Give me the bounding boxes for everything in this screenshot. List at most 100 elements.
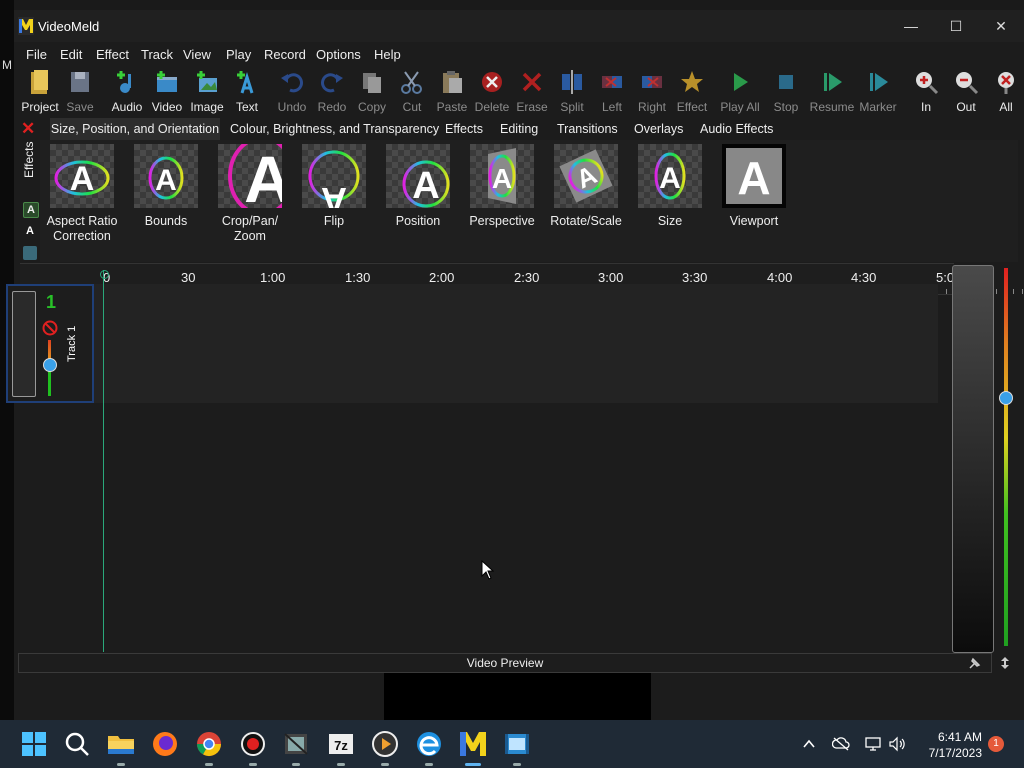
taskbar-search[interactable] [61,728,93,760]
effect-perspective[interactable]: A Perspective [460,144,544,229]
effect-viewport[interactable]: A Viewport [712,144,796,229]
notification-badge[interactable]: 1 [988,736,1004,752]
taskbar-firefox[interactable] [149,728,181,760]
size-icon: A [638,144,702,208]
ruler-label: 30 [181,270,196,285]
track-lane[interactable] [90,284,938,403]
zoom-in-icon [916,72,939,95]
toolbar: Project Save Audio Video Image Text Undo [14,66,1024,124]
menu-view[interactable]: View [183,47,211,62]
save-button[interactable]: Save [60,66,100,122]
effect-flip[interactable]: A Flip [292,144,376,229]
tab-editing[interactable]: Editing [500,122,538,136]
taskbar-7zip[interactable]: 7z [325,728,357,766]
effect-crop-pan-zoom[interactable]: A Crop/Pan/ Zoom [208,144,292,244]
play-all-icon [734,73,748,91]
movie-app-icon [284,733,308,755]
taskbar-chrome[interactable] [193,728,225,766]
zoom-all-button[interactable]: All [986,66,1024,122]
menu-help[interactable]: Help [374,47,401,62]
playhead-line[interactable] [103,270,104,652]
video-preview-header[interactable]: Video Preview [18,653,992,673]
menu-track[interactable]: Track [141,47,173,62]
ruler-label: 4:00 [767,270,793,285]
text-effect-icon[interactable]: A [23,202,39,218]
menu-record[interactable]: Record [264,47,306,62]
track-thumbnail [12,291,36,397]
pin-icon[interactable] [968,656,982,670]
text-style-icon[interactable]: A [23,224,37,238]
volume-icon[interactable] [888,736,906,752]
file-explorer-icon [108,736,134,754]
track-volume-knob[interactable] [43,358,57,372]
tab-size-position-orientation[interactable]: Size, Position, and Orientation [50,118,220,140]
effect-rotate-scale[interactable]: A Rotate/Scale [544,144,628,229]
ruler-label: 1:30 [345,270,371,285]
start-button[interactable] [18,728,50,760]
effect-size[interactable]: A Size [628,144,712,229]
ruler-tick [945,289,947,294]
menu-edit[interactable]: Edit [60,47,82,62]
taskbar-edge[interactable] [413,728,445,766]
all-label: All [999,100,1013,114]
chevron-up-icon[interactable] [802,737,816,751]
maximize-button[interactable]: ☐ [933,10,979,42]
master-volume-slider[interactable] [1004,268,1008,646]
ruler-label: 1:00 [260,270,286,285]
effect-star-icon [681,71,703,92]
master-volume-knob[interactable] [999,391,1013,405]
mute-icon[interactable] [42,320,58,336]
taskbar-movie-app[interactable] [280,728,312,766]
taskbar-videomeld[interactable] [457,728,489,766]
taskbar-media-player[interactable] [369,728,401,766]
marker-button[interactable]: Marker [858,66,898,122]
videomeld-icon [460,732,486,756]
menu-bar: File Edit Effect Track View Play Record … [14,44,714,66]
ruler-label: 4:30 [851,270,877,285]
image-effect-icon[interactable] [23,246,37,260]
taskbar-recorder[interactable] [237,728,269,766]
menu-options[interactable]: Options [316,47,361,62]
minimize-button[interactable]: — [888,10,934,42]
start-icon [22,732,46,756]
network-icon[interactable] [864,736,882,752]
effect-aspect-ratio-correction[interactable]: A Aspect Ratio Correction [40,144,124,244]
close-effects-icon[interactable]: ✕ [21,119,37,138]
taskbar-screen-capture[interactable] [501,728,533,766]
playhead-handle[interactable] [100,270,109,279]
perspective-label: Perspective [469,214,535,228]
tab-effects[interactable]: Effects [445,122,483,136]
ruler-label: 2:30 [514,270,540,285]
ruler-tick [1021,289,1023,294]
effect-button[interactable]: Effect [672,66,712,122]
position-icon: A [386,144,450,208]
aspect-ratio-label: Aspect Ratio Correction [46,214,118,243]
menu-effect[interactable]: Effect [96,47,129,62]
master-level-panel [952,265,994,653]
aspect-ratio-icon: A [50,144,114,208]
track-header[interactable]: 1 Track 1 [6,284,94,403]
track-number: 1 [46,292,57,312]
add-text-icon [237,71,254,94]
effect-bounds[interactable]: A Bounds [124,144,208,229]
delete-icon [482,72,502,92]
taskbar-clock[interactable]: 6:41 AM 7/17/2023 [918,729,982,761]
menu-file[interactable]: File [26,47,47,62]
menu-play[interactable]: Play [226,47,251,62]
resize-vertical-icon[interactable] [999,656,1011,670]
svg-text:A: A [244,144,282,208]
close-button[interactable]: ✕ [978,10,1024,42]
tab-transitions[interactable]: Transitions [557,122,618,136]
tab-overlays[interactable]: Overlays [634,122,683,136]
svg-text:A: A [155,164,177,197]
tab-colour-brightness-transparency[interactable]: Colour, Brightness, and Transparency [230,122,439,136]
flip-icon: A [302,144,366,208]
onedrive-offline-icon[interactable] [832,736,850,752]
tab-audio-effects[interactable]: Audio Effects [700,122,773,136]
trim-right-icon [642,76,662,88]
add-image-icon [197,71,217,92]
taskbar-file-explorer[interactable] [105,728,137,766]
chrome-icon [197,732,221,757]
effect-position[interactable]: A Position [376,144,460,229]
position-label: Position [395,214,441,228]
